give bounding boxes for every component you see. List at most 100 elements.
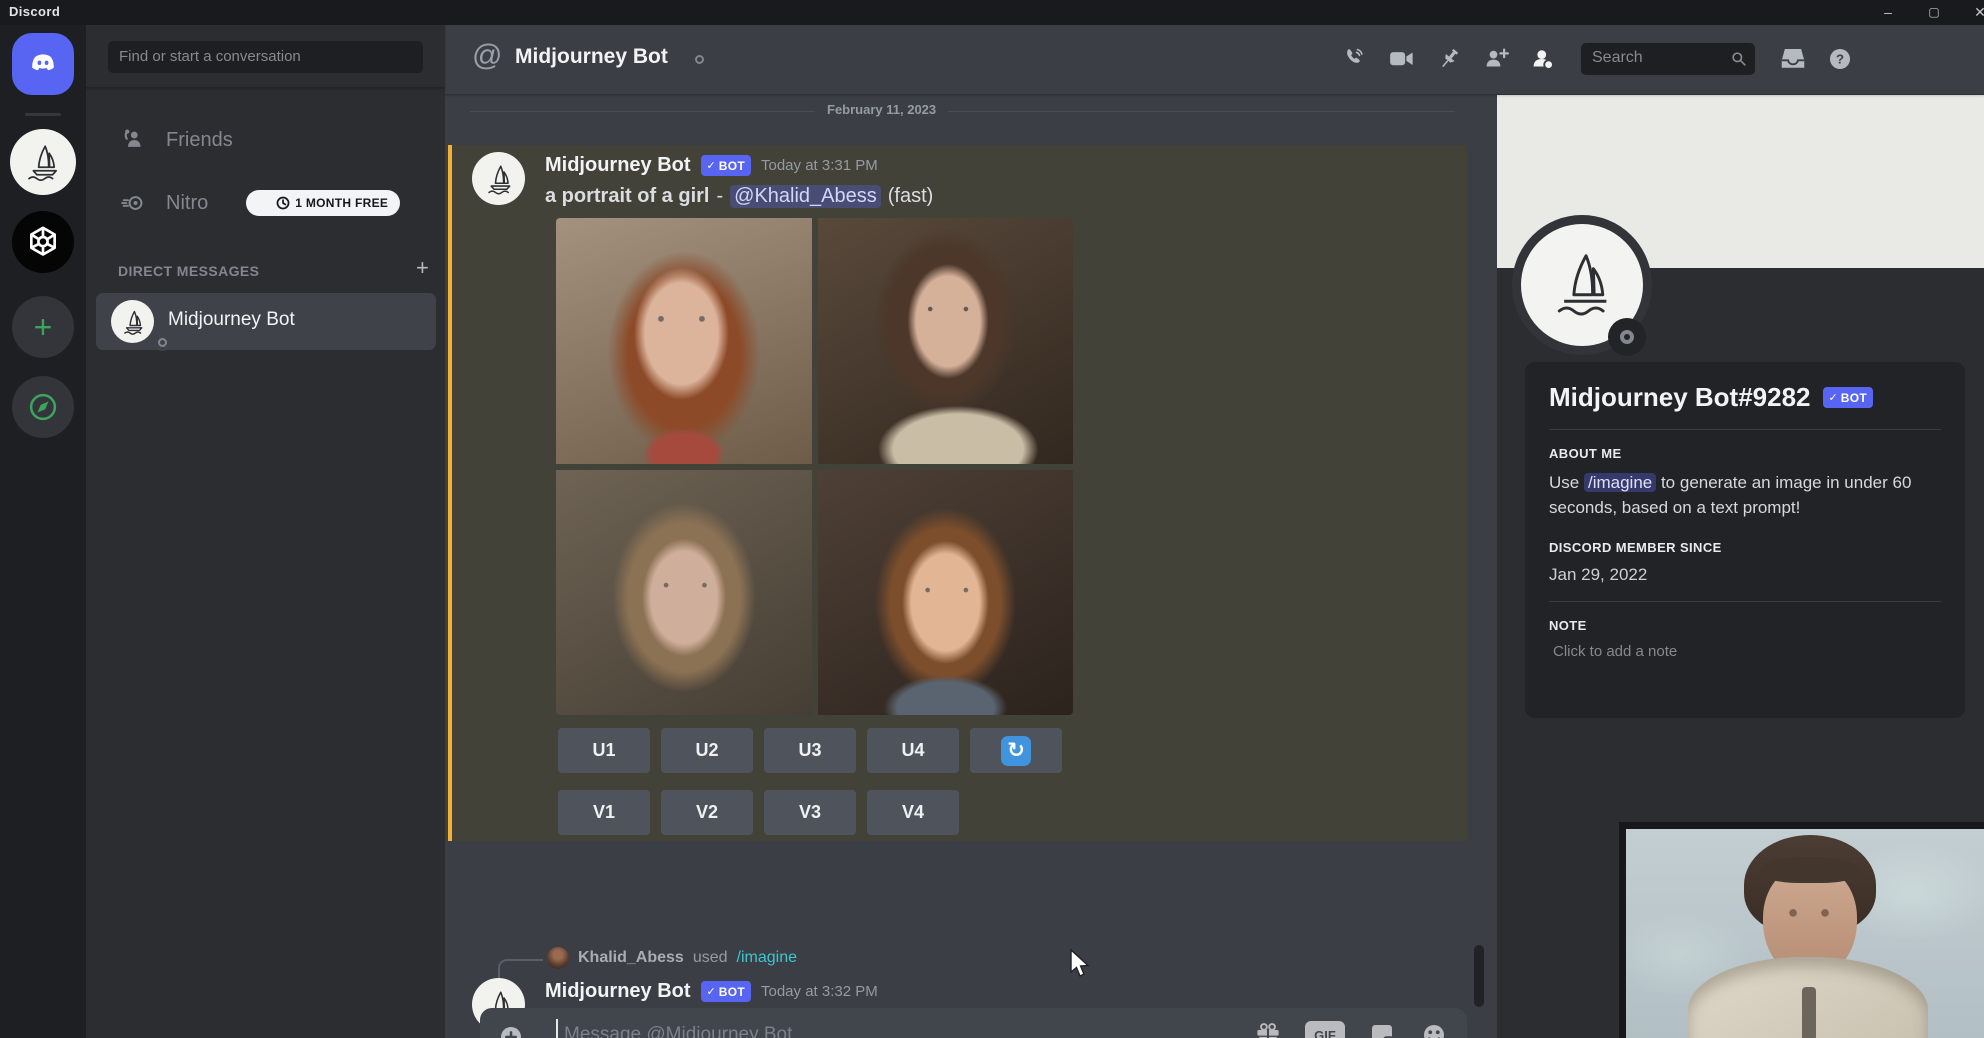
member-since-title: DISCORD MEMBER SINCE	[1549, 540, 1941, 555]
message-input-bar[interactable]: Message @Midjourney Bot GIF	[480, 1008, 1467, 1038]
svg-text:?: ?	[1836, 51, 1844, 66]
sidebar-item-nitro[interactable]: Nitro 1 MONTH FREE	[96, 181, 436, 225]
portrait-top-left[interactable]	[556, 218, 812, 464]
imagine-command-pill[interactable]: /imagine	[1584, 473, 1656, 492]
discord-home-button[interactable]	[12, 33, 74, 95]
server-rail: +	[0, 25, 86, 1038]
title-bar: Discord – ▢ ✕	[0, 0, 1984, 25]
at-icon: @	[472, 39, 502, 73]
portrait-bottom-left[interactable]	[556, 470, 812, 716]
video-call-icon[interactable]	[1387, 44, 1417, 74]
generated-image-grid[interactable]	[556, 218, 1073, 715]
u1-button[interactable]: U1	[558, 728, 650, 773]
prompt-text: a portrait of a girl	[545, 185, 709, 208]
plus-icon: +	[34, 309, 53, 346]
create-dm-button[interactable]: +	[416, 255, 429, 281]
friends-label: Friends	[166, 129, 233, 152]
add-friend-icon[interactable]	[1481, 44, 1511, 74]
message-input-placeholder[interactable]: Message @Midjourney Bot	[564, 1024, 792, 1038]
reroll-icon: ↻	[1001, 736, 1031, 766]
search-input[interactable]: Search	[1581, 43, 1755, 75]
v2-button[interactable]: V2	[661, 790, 753, 835]
conversation-search-button[interactable]: Find or start a conversation	[108, 41, 423, 73]
v3-button[interactable]: V3	[764, 790, 856, 835]
discord-window: Discord – ▢ ✕	[0, 0, 1984, 1038]
u4-button[interactable]: U4	[867, 728, 959, 773]
user-mention[interactable]: @Khalid_Abess	[730, 185, 881, 208]
date-divider-label: February 11, 2023	[815, 102, 948, 117]
about-me-title: ABOUT ME	[1549, 446, 1941, 461]
direct-messages-header[interactable]: DIRECT MESSAGES	[118, 263, 259, 279]
add-server-button[interactable]: +	[12, 296, 74, 358]
emoji-icon[interactable]	[1419, 1020, 1449, 1038]
help-icon[interactable]: ?	[1825, 44, 1855, 74]
prompt-line: a portrait of a girl - @Khalid_Abess (fa…	[545, 185, 933, 208]
reply-user-avatar	[547, 947, 569, 969]
slash-command-link[interactable]: /imagine	[737, 949, 797, 967]
v4-button[interactable]: V4	[867, 790, 959, 835]
portrait-top-right[interactable]	[818, 218, 1074, 464]
sailboat-icon	[482, 162, 516, 196]
chat-scrollbar-thumb[interactable]	[1474, 945, 1484, 1007]
gift-icon[interactable]	[1253, 1020, 1283, 1038]
openai-server-button[interactable]	[12, 211, 74, 273]
sidebar-item-friends[interactable]: Friends	[96, 118, 436, 162]
u2-button[interactable]: U2	[661, 728, 753, 773]
reply-action: used	[693, 949, 728, 967]
message-midjourney-result: Midjourney Bot ✓ BOT Today at 3:31 PM a …	[448, 145, 1467, 841]
date-divider: February 11, 2023	[470, 111, 1455, 112]
portrait-bottom-right[interactable]	[818, 470, 1074, 716]
sailboat-icon	[1543, 246, 1621, 324]
gif-picker-icon[interactable]: GIF	[1305, 1021, 1345, 1038]
mouse-cursor	[1068, 948, 1092, 980]
user-profile-toggle-icon[interactable]	[1528, 44, 1558, 74]
header-toolbar: Search ?	[1340, 43, 1855, 75]
author-name[interactable]: Midjourney Bot	[545, 980, 691, 1003]
dm-item-midjourney-bot[interactable]: Midjourney Bot	[96, 293, 436, 350]
timestamp: Today at 3:32 PM	[761, 983, 878, 1000]
v1-button[interactable]: V1	[558, 790, 650, 835]
message-area: February 11, 2023 Midjourney Bot ✓ BOT T…	[445, 95, 1497, 1038]
status-badge	[153, 333, 171, 351]
explore-servers-button[interactable]	[12, 376, 74, 438]
magnifier-icon	[1729, 49, 1749, 69]
attach-icon[interactable]	[495, 1021, 527, 1038]
maximize-button[interactable]: ▢	[1924, 0, 1944, 25]
author-name[interactable]: Midjourney Bot	[545, 154, 691, 177]
reply-username[interactable]: Khalid_Abess	[578, 949, 684, 967]
avatar[interactable]	[472, 152, 525, 205]
dm-sidebar: Find or start a conversation Friends Nit…	[86, 25, 445, 1038]
input-toolbar: GIF	[1253, 1020, 1449, 1038]
check-icon: ✓	[707, 985, 716, 998]
inbox-icon[interactable]	[1778, 44, 1808, 74]
dm-avatar	[111, 300, 154, 343]
sailboat-icon	[22, 141, 64, 183]
message-header: Midjourney Bot ✓ BOT Today at 3:32 PM	[545, 980, 878, 1003]
nitro-label: Nitro	[166, 192, 208, 215]
u3-button[interactable]: U3	[764, 728, 856, 773]
minimize-button[interactable]: –	[1878, 0, 1898, 25]
divider	[1549, 601, 1941, 602]
webcam-person-hairline	[1760, 857, 1860, 883]
bot-badge: ✓ BOT	[701, 981, 751, 1002]
voice-call-icon[interactable]	[1340, 44, 1370, 74]
sticker-icon[interactable]	[1367, 1020, 1397, 1038]
discord-logo-icon	[24, 45, 62, 83]
friends-icon	[118, 125, 148, 155]
profile-card: Midjourney Bot#9282 ✓ BOT ABOUT ME Use /…	[1525, 362, 1965, 718]
reply-context[interactable]: Khalid_Abess used /imagine	[547, 947, 797, 969]
close-button[interactable]: ✕	[1970, 0, 1984, 25]
check-icon: ✓	[1829, 391, 1838, 404]
bot-badge: ✓ BOT	[1823, 387, 1873, 408]
pin-icon[interactable]	[1434, 44, 1464, 74]
note-title: NOTE	[1549, 618, 1941, 633]
profile-status-badge	[1608, 318, 1646, 356]
dm-name: Midjourney Bot	[168, 309, 295, 331]
note-input[interactable]: Click to add a note	[1549, 643, 1941, 660]
profile-name-row: Midjourney Bot#9282 ✓ BOT	[1549, 382, 1941, 413]
reroll-button[interactable]: ↻	[970, 728, 1062, 773]
openai-logo-icon	[23, 222, 63, 262]
profile-username: Midjourney Bot#9282	[1549, 382, 1811, 413]
nitro-promo-badge[interactable]: 1 MONTH FREE	[246, 190, 400, 216]
midjourney-server-button[interactable]	[10, 129, 76, 195]
